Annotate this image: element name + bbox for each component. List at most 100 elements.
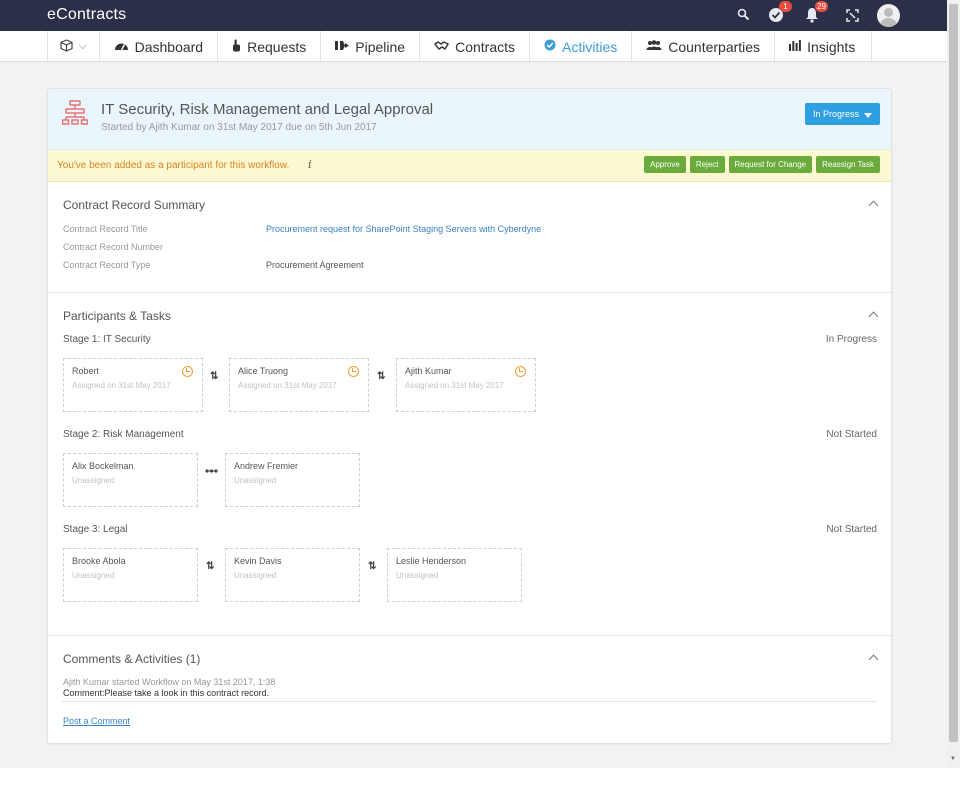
participant-notice: You've been added as a participant for t…: [48, 150, 891, 182]
task-assignee: Robert: [72, 366, 99, 376]
bell-icon[interactable]: 29: [801, 4, 823, 26]
comment-text: Please take a look in this contract reco…: [105, 688, 270, 698]
page-footer-area: [0, 768, 960, 795]
sequential-connector-icon: ⇅: [368, 561, 374, 572]
task-status: Unassigned: [234, 571, 276, 580]
nav-contracts[interactable]: Contracts: [420, 31, 530, 62]
task-card[interactable]: Alix Bockelman Unassigned: [63, 453, 198, 507]
task-status: Assigned on 31st May 2017: [72, 381, 171, 390]
task-card[interactable]: Leslie Henderson Unassigned: [387, 548, 522, 602]
stage-title: Stage 2: Risk Management: [63, 429, 184, 440]
reassign-task-button[interactable]: Reassign Task: [816, 156, 880, 173]
collapse-chevron-icon[interactable]: [869, 312, 879, 322]
tasks-check-icon[interactable]: 1: [765, 4, 787, 26]
task-assignee: Brooke Abola: [72, 556, 126, 566]
nav-activities[interactable]: Activities: [530, 31, 632, 62]
expand-icon[interactable]: [841, 4, 863, 26]
contract-title-link[interactable]: Procurement request for SharePoint Stagi…: [266, 224, 541, 234]
search-icon[interactable]: [733, 4, 755, 26]
nav-counterparties[interactable]: Counterparties: [632, 31, 775, 62]
task-assignee: Alice Truong: [238, 366, 288, 376]
bar-chart-icon: [789, 40, 801, 54]
brand-logo[interactable]: eContracts: [47, 6, 126, 24]
pipeline-icon: [335, 40, 349, 54]
request-for-change-button[interactable]: Request for Change: [729, 156, 813, 173]
stage-status: Not Started: [826, 429, 877, 440]
summary-label: Contract Record Title: [63, 224, 148, 234]
status-dropdown-button[interactable]: In Progress: [805, 103, 880, 125]
nav-label: Dashboard: [135, 39, 204, 55]
scrollbar-thumb[interactable]: [949, 4, 958, 742]
nav-requests[interactable]: Requests: [218, 31, 321, 62]
user-avatar-icon[interactable]: [877, 4, 900, 27]
section-title: Participants & Tasks: [63, 309, 171, 323]
notice-text: You've been added as a participant for t…: [57, 160, 289, 171]
collapse-chevron-icon[interactable]: [869, 655, 879, 665]
workflow-header: IT Security, Risk Management and Legal A…: [48, 89, 891, 150]
summary-value: Procurement Agreement: [266, 260, 364, 270]
nav-pipeline[interactable]: Pipeline: [321, 31, 420, 62]
main-nav: ⌵ Dashboard Requests Pipeline Contracts: [47, 31, 872, 62]
comment-label: Comment:: [63, 688, 105, 698]
section-title: Comments & Activities (1): [63, 652, 200, 666]
task-card[interactable]: Ajith Kumar Assigned on 31st May 2017: [396, 358, 536, 412]
scroll-down-arrow-icon[interactable]: ▼: [950, 756, 956, 762]
workflow-sitemap-icon: [62, 100, 88, 130]
nav-dashboard[interactable]: Dashboard: [100, 31, 219, 62]
stage-title: Stage 3: Legal: [63, 524, 128, 535]
comment-body: Comment:Please take a look in this contr…: [63, 688, 269, 698]
comment-divider: [63, 701, 877, 702]
pending-clock-icon: [515, 366, 526, 377]
summary-label: Contract Record Number: [63, 242, 163, 252]
task-status: Unassigned: [72, 571, 114, 580]
main-nav-bar: ⌵ Dashboard Requests Pipeline Contracts: [0, 31, 947, 62]
approve-button[interactable]: Approve: [644, 156, 686, 173]
task-card[interactable]: Kevin Davis Unassigned: [225, 548, 360, 602]
pending-clock-icon: [348, 366, 359, 377]
tasks-badge: 1: [779, 1, 792, 12]
workflow-title: IT Security, Risk Management and Legal A…: [101, 101, 433, 118]
task-assignee: Andrew Fremier: [234, 461, 298, 471]
sequential-connector-icon: ⇅: [206, 561, 212, 572]
post-comment-link[interactable]: Post a Comment: [63, 716, 130, 726]
section-title: Contract Record Summary: [63, 198, 205, 212]
handshake-icon: [434, 40, 449, 54]
nav-label: Activities: [562, 39, 617, 55]
task-assignee: Leslie Henderson: [396, 556, 466, 566]
nav-label: Contracts: [455, 39, 515, 55]
nav-label: Insights: [807, 39, 855, 55]
summary-label: Contract Record Type: [63, 260, 150, 270]
task-status: Unassigned: [396, 571, 438, 580]
nav-label: Pipeline: [355, 39, 405, 55]
task-card[interactable]: Brooke Abola Unassigned: [63, 548, 198, 602]
task-card[interactable]: Robert Assigned on 31st May 2017: [63, 358, 203, 412]
cube-menu-button[interactable]: ⌵: [48, 31, 100, 62]
comment-meta: Ajith Kumar started Workflow on May 31st…: [63, 677, 275, 687]
notifications-badge: 29: [815, 1, 828, 12]
caret-down-icon: [864, 113, 872, 118]
task-status: Unassigned: [72, 476, 114, 485]
participants-section: Participants & Tasks Stage 1: IT Securit…: [48, 293, 891, 636]
info-icon[interactable]: i: [308, 158, 312, 171]
workflow-subtitle: Started by Ajith Kumar on 31st May 2017 …: [101, 122, 377, 133]
status-label: In Progress: [813, 109, 859, 119]
nav-label: Requests: [247, 39, 306, 55]
users-icon: [646, 40, 662, 54]
cube-icon: [60, 39, 73, 55]
task-assignee: Kevin Davis: [234, 556, 282, 566]
nav-insights[interactable]: Insights: [775, 31, 872, 62]
collapse-chevron-icon[interactable]: [869, 201, 879, 211]
parallel-connector-icon: [205, 466, 218, 477]
task-card[interactable]: Andrew Fremier Unassigned: [225, 453, 360, 507]
hand-pointer-icon: [232, 39, 241, 55]
chevron-down-icon: ⌵: [79, 41, 87, 52]
task-card[interactable]: Alice Truong Assigned on 31st May 2017: [229, 358, 369, 412]
top-bar: eContracts 1 29: [0, 0, 947, 31]
reject-button[interactable]: Reject: [690, 156, 725, 173]
contract-summary-section: Contract Record Summary Contract Record …: [48, 183, 891, 293]
workflow-card: IT Security, Risk Management and Legal A…: [47, 88, 892, 744]
page-scrollbar[interactable]: ▼: [947, 0, 960, 768]
task-status: Assigned on 31st May 2017: [405, 381, 504, 390]
task-status: Assigned on 31st May 2017: [238, 381, 337, 390]
stage-title: Stage 1: IT Security: [63, 334, 151, 345]
